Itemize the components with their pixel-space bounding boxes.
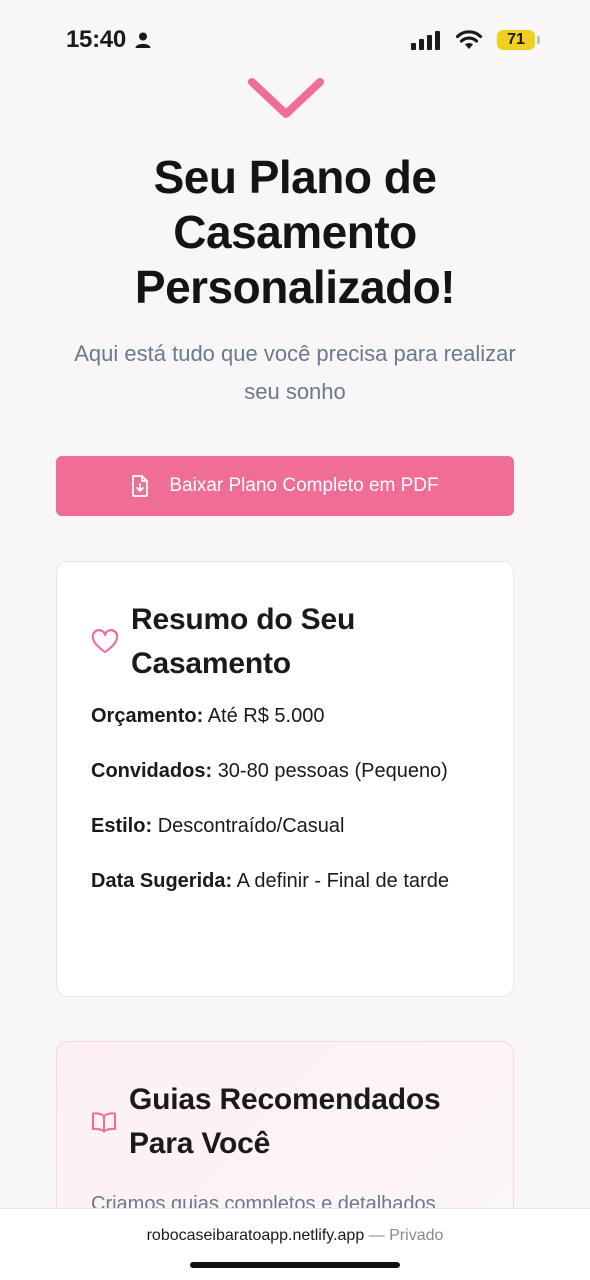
url-text: robocaseibaratoapp.netlify.app — [146, 1227, 365, 1244]
status-bar: 15:40 71 — [0, 0, 590, 80]
summary-item-guests: Convidados: 30-80 pessoas (Pequeno) — [91, 755, 481, 787]
download-pdf-button[interactable]: Baixar Plano Completo em PDF — [56, 456, 514, 516]
private-mode-label: — Privado — [368, 1227, 444, 1244]
book-open-icon — [92, 1112, 116, 1133]
status-time: 15:40 — [66, 26, 152, 54]
chevron-down-icon — [248, 78, 324, 118]
summary-card: Resumo do Seu Casamento Orçamento: Até R… — [56, 561, 514, 997]
page-title: Seu Plano de Casamento Personalizado! — [134, 151, 456, 313]
heart-icon — [91, 629, 119, 654]
cellular-signal-icon — [411, 31, 440, 50]
page-subtitle: Aqui está tudo que você precisa para rea… — [74, 341, 516, 404]
summary-item-date: Data Sugerida: A definir - Final de tard… — [91, 865, 481, 897]
battery-cap — [537, 36, 540, 44]
address-bar[interactable]: robocaseibaratoapp.netlify.app — Privado — [0, 1227, 590, 1245]
summary-item-style: Estilo: Descontraído/Casual — [91, 810, 481, 842]
file-download-icon — [132, 475, 149, 497]
summary-list: Orçamento: Até R$ 5.000 Convidados: 30-8… — [91, 700, 481, 920]
wifi-icon — [455, 30, 483, 49]
summary-label: Estilo: — [91, 815, 153, 837]
summary-label: Convidados: — [91, 760, 213, 782]
summary-item-budget: Orçamento: Até R$ 5.000 — [91, 700, 481, 732]
summary-label: Data Sugerida: — [91, 870, 233, 892]
summary-value: Descontraído/Casual — [157, 815, 345, 837]
guides-title: Guias Recomendados Para Você — [129, 1083, 441, 1160]
summary-title: Resumo do Seu Casamento — [131, 603, 356, 680]
home-indicator[interactable] — [190, 1262, 400, 1268]
battery-level: 71 — [497, 30, 535, 50]
clock: 15:40 — [66, 26, 126, 53]
browser-bottom-bar: robocaseibaratoapp.netlify.app — Privado — [0, 1208, 590, 1280]
battery-indicator: 71 — [497, 30, 540, 50]
summary-label: Orçamento: — [91, 705, 204, 727]
download-pdf-label: Baixar Plano Completo em PDF — [169, 475, 439, 496]
person-icon — [135, 32, 151, 48]
summary-header: Resumo do Seu Casamento — [91, 598, 491, 686]
guides-header: Guias Recomendados Para Você — [91, 1078, 489, 1166]
summary-value: A definir - Final de tarde — [236, 870, 449, 892]
summary-value: Até R$ 5.000 — [207, 705, 325, 727]
summary-value: 30-80 pessoas (Pequeno) — [217, 760, 448, 782]
